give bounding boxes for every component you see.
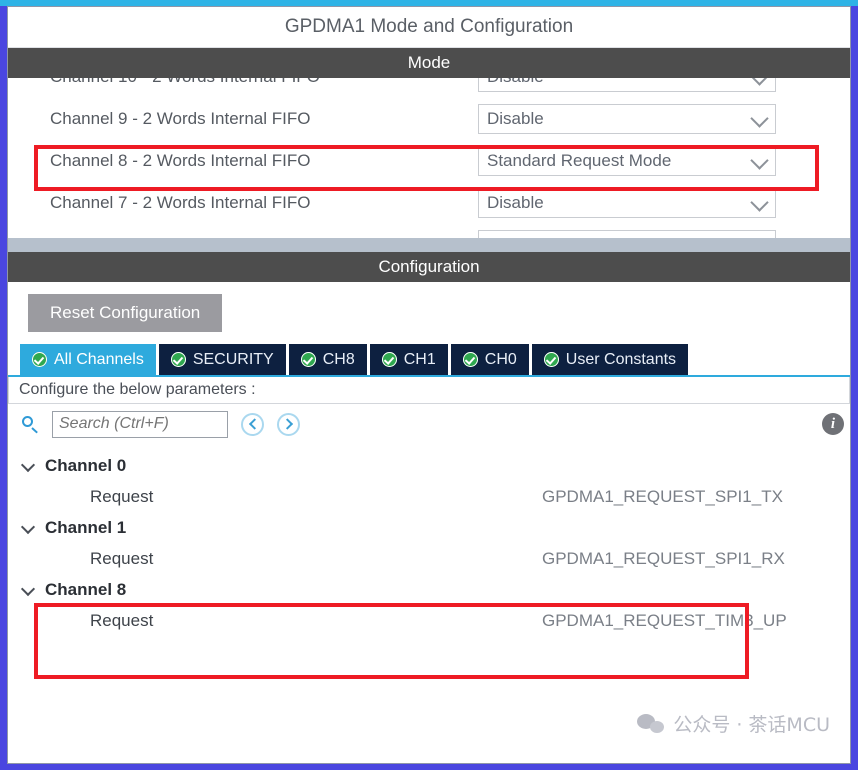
tree-node-channel-8[interactable]: Channel 8 [8, 574, 850, 605]
mode-row-select[interactable]: Disable [478, 230, 776, 238]
configure-hint: Configure the below parameters : [8, 377, 850, 404]
watermark-text: 公众号 · 茶话MCU [673, 714, 830, 736]
check-circle-icon [32, 352, 47, 367]
configuration-tabbar: All Channels SECURITY CH8 CH1 CH0 User C… [8, 344, 850, 377]
mode-row[interactable]: Channel 9 - 2 Words Internal FIFO Disabl… [8, 98, 850, 140]
configuration-section-header: Configuration [8, 252, 850, 282]
tab-ch0[interactable]: CH0 [450, 344, 529, 375]
mode-row-value: Disable [487, 78, 544, 87]
tab-label: User Constants [565, 350, 677, 368]
mode-list[interactable]: Channel 10 - 2 Words Internal FIFO Disab… [8, 78, 850, 238]
configuration-body: Reset Configuration All Channels SECURIT… [8, 282, 850, 636]
previous-match-icon[interactable] [241, 412, 264, 436]
chevron-down-icon [22, 583, 35, 596]
param-value: GPDMA1_REQUEST_TIM3_UP [542, 610, 787, 630]
chevron-down-icon [750, 193, 769, 212]
tree-node-label: Channel 1 [45, 517, 127, 537]
param-value: GPDMA1_REQUEST_SPI1_RX [542, 548, 785, 568]
check-circle-icon [462, 352, 478, 367]
mode-row-label: Channel 9 - 2 Words Internal FIFO [50, 109, 311, 128]
tab-user-constants[interactable]: User Constants [531, 344, 689, 375]
mode-list-scrollbar[interactable] [8, 238, 850, 252]
param-value: GPDMA1_REQUEST_SPI1_TX [542, 486, 783, 506]
mode-row-label: Channel 10 - 2 Words Internal FIFO [8, 78, 478, 87]
mode-row-select[interactable]: Standard Request Mode [478, 146, 776, 176]
mode-row[interactable]: Channel 6 - 2 Words Internal FIFO Disabl… [8, 224, 850, 238]
reset-configuration-button[interactable]: Reset Configuration [28, 294, 223, 332]
check-circle-icon [381, 352, 397, 367]
gpdma-config-window: GPDMA1 Mode and Configuration Mode Chann… [7, 6, 851, 764]
info-icon[interactable]: i [822, 413, 844, 435]
tab-all-channels[interactable]: All Channels [20, 344, 156, 375]
mode-row-label: Channel 6 - 2 Words Internal FIFO [8, 235, 478, 238]
chevron-down-icon [750, 109, 769, 128]
next-match-icon[interactable] [277, 412, 300, 436]
mode-row-select[interactable]: Disable [478, 188, 776, 218]
tree-row[interactable]: Request GPDMA1_REQUEST_SPI1_TX [8, 481, 850, 512]
reset-row: Reset Configuration [8, 282, 850, 344]
mode-row[interactable]: Channel 8 - 2 Words Internal FIFO Standa… [8, 140, 850, 182]
chevron-down-icon [750, 235, 769, 238]
check-circle-icon [170, 352, 186, 367]
chevron-down-icon [22, 459, 35, 472]
tab-ch1[interactable]: CH1 [369, 344, 448, 375]
mode-row-value: Standard Request Mode [487, 151, 672, 170]
search-row: i [8, 404, 850, 444]
mode-row-label: Channel 8 - 2 Words Internal FIFO [50, 151, 311, 170]
chevron-down-icon [750, 78, 769, 86]
param-label: Request [90, 610, 154, 630]
tree-node-label: Channel 0 [45, 455, 127, 475]
mode-row-value: Disable [487, 235, 544, 238]
tab-ch8[interactable]: CH8 [288, 344, 367, 375]
tree-node-label: Channel 8 [45, 579, 127, 599]
mode-row-select[interactable]: Disable [478, 104, 776, 134]
mode-row[interactable]: Channel 7 - 2 Words Internal FIFO Disabl… [8, 182, 850, 224]
tab-label: SECURITY [192, 350, 274, 368]
tree-node-channel-1[interactable]: Channel 1 [8, 512, 850, 543]
tree-node-channel-0[interactable]: Channel 0 [8, 450, 850, 481]
outer-frame: GPDMA1 Mode and Configuration Mode Chann… [0, 0, 858, 770]
wechat-icon [637, 714, 665, 733]
mode-row-value: Disable [487, 109, 544, 128]
tree-row[interactable]: Request GPDMA1_REQUEST_SPI1_RX [8, 543, 850, 574]
window-title: GPDMA1 Mode and Configuration [8, 7, 850, 48]
check-circle-icon [300, 352, 316, 367]
parameter-tree: Channel 0 Request GPDMA1_REQUEST_SPI1_TX… [8, 444, 850, 636]
watermark: 公众号 · 茶话MCU [8, 710, 850, 737]
tab-label: CH8 [322, 350, 355, 368]
mode-row-label: Channel 7 - 2 Words Internal FIFO [50, 193, 311, 212]
mode-row-select[interactable]: Disable [478, 78, 776, 92]
param-label: Request [90, 486, 154, 506]
mode-row-value: Disable [487, 193, 544, 212]
chevron-down-icon [22, 521, 35, 534]
tab-label: CH1 [403, 350, 436, 368]
mode-row[interactable]: Channel 10 - 2 Words Internal FIFO Disab… [8, 78, 850, 98]
tab-label: CH0 [484, 350, 517, 368]
check-circle-icon [543, 352, 559, 367]
mode-section-header: Mode [8, 48, 850, 78]
param-label: Request [90, 548, 154, 568]
chevron-down-icon [750, 151, 769, 170]
tab-security[interactable]: SECURITY [158, 344, 286, 375]
search-input[interactable] [52, 410, 228, 438]
tree-row[interactable]: Request GPDMA1_REQUEST_TIM3_UP [8, 605, 850, 636]
tab-label: All Channels [54, 350, 144, 368]
search-icon [22, 415, 39, 433]
